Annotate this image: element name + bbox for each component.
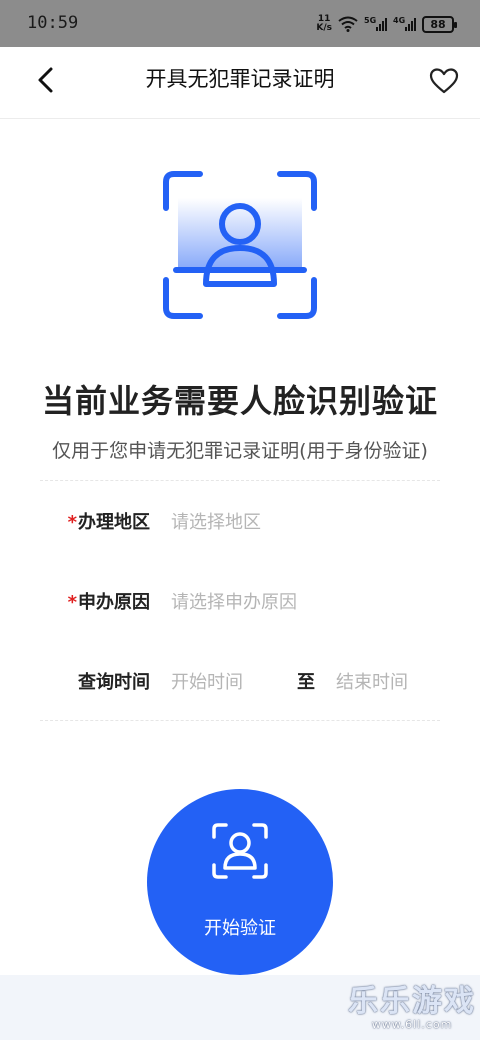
reason-label: *申办原因 [68,588,150,614]
form-row-reason: *申办原因 请选择申办原因 [0,580,480,620]
status-time: 10:59 [27,13,79,33]
nav-bar: 开具无犯罪记录证明 [0,47,480,119]
start-verify-button[interactable]: 开始验证 [147,789,333,975]
required-mark: * [67,512,77,533]
wifi-icon [338,16,358,32]
region-label: *办理地区 [68,508,150,534]
page-title: 开具无犯罪记录证明 [145,68,335,91]
main-title: 当前业务需要人脸识别验证 [41,382,438,420]
signal-4g-tag: 4G [393,15,406,25]
subtitle: 仅用于您申请无犯罪记录证明(用于身份验证) [52,440,428,462]
region-select[interactable]: 请选择地区 [171,508,261,534]
watermark-sub: www.6ll.com [371,1018,453,1031]
face-scan-icon [212,823,268,879]
face-recognition-illustration [163,171,317,319]
reason-label-text: 申办原因 [78,592,150,613]
time-label: 查询时间 [78,672,150,693]
net-speed: 11 K/s [316,15,332,33]
signal-5g-tag: 5G [364,15,377,25]
form-row-region: *办理地区 请选择地区 [0,500,480,540]
reason-select[interactable]: 请选择申办原因 [171,588,297,614]
net-speed-unit: K/s [316,23,332,33]
region-label-text: 办理地区 [78,512,150,533]
start-verify-label: 开始验证 [204,918,276,939]
end-time-picker[interactable]: 结束时间 [336,668,408,694]
time-separator: 至 [297,672,315,693]
divider-top [40,480,440,481]
required-mark: * [67,592,77,613]
watermark-logo: 乐乐游戏 www.6ll.com [348,984,476,1032]
start-time-picker[interactable]: 开始时间 [171,668,243,694]
battery-icon: 88 [422,15,457,33]
status-icons: 11 K/s 5G 4G 88 [316,11,457,37]
watermark-main: 乐乐游戏 [348,984,476,1019]
signal-5g-icon: 5G [364,16,387,31]
form-row-time: 查询时间 开始时间 至 结束时间 [0,660,480,700]
heart-icon[interactable] [428,65,460,97]
signal-4g-icon: 4G [393,16,416,31]
divider-bottom [40,720,440,721]
status-bar: 10:59 11 K/s 5G 4G 88 [0,0,480,47]
